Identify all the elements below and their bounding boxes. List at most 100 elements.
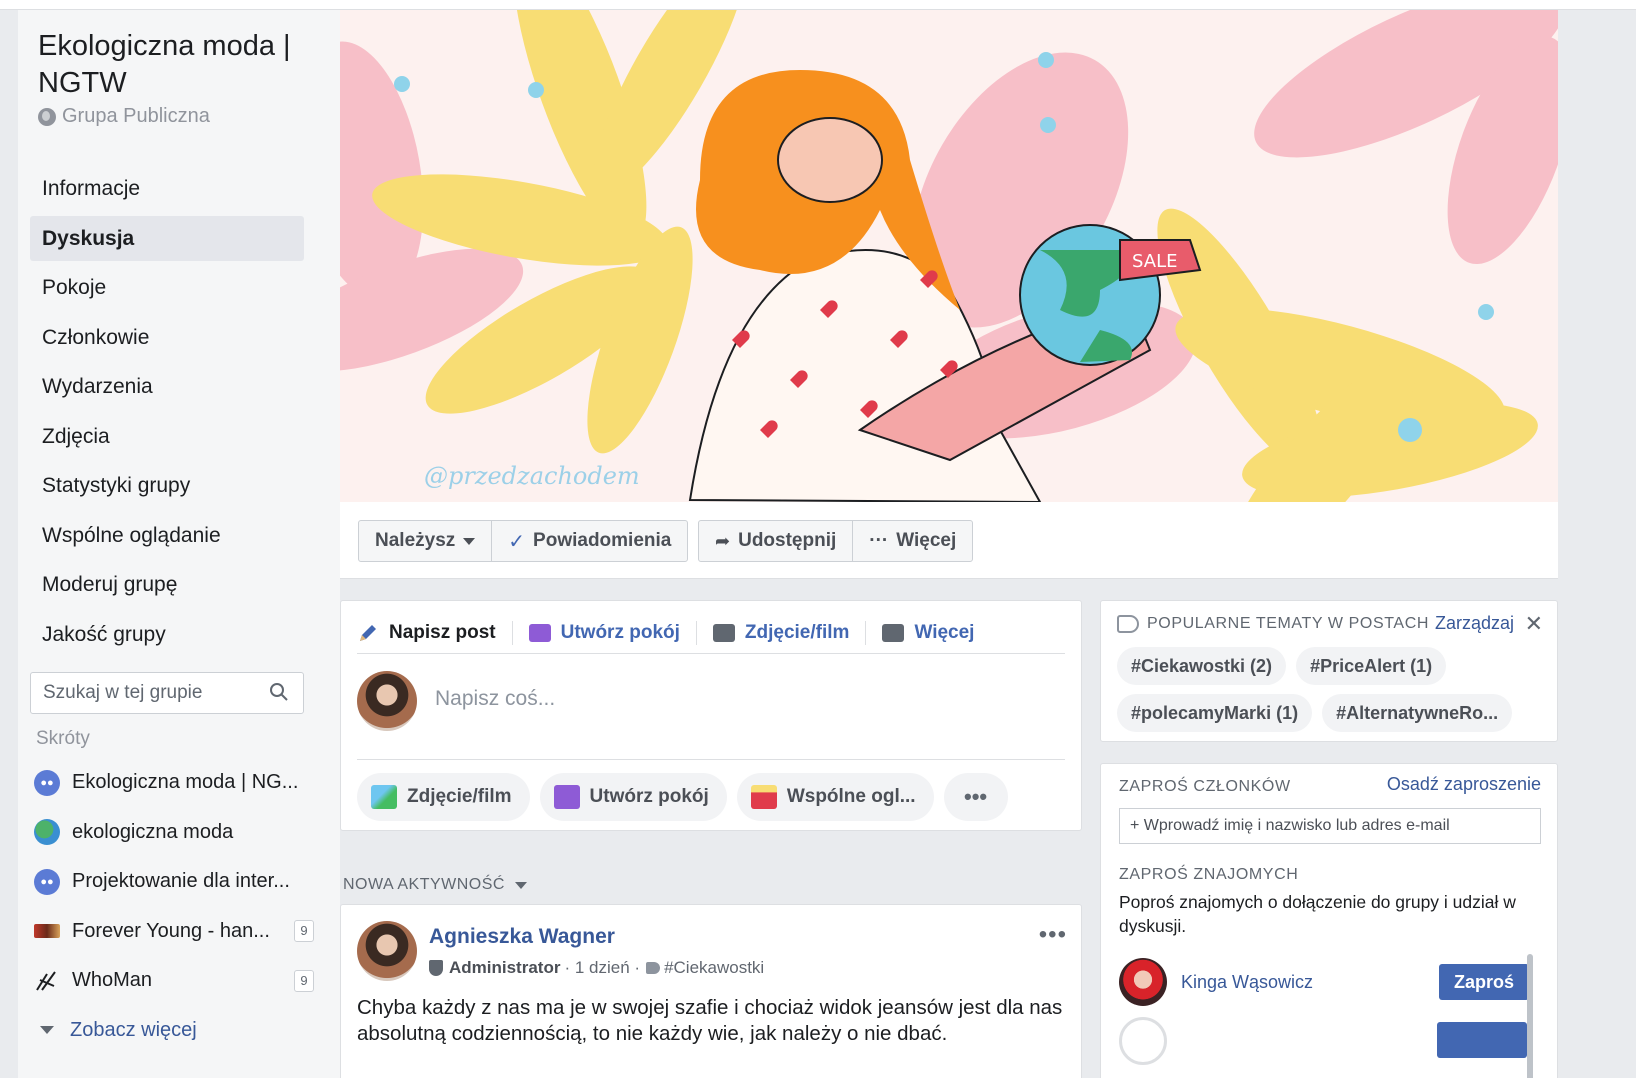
post-meta: Administrator · 1 dzień · #Ciekawostki — [429, 958, 764, 978]
composer-tabs: Napisz post Utwórz pokój Zdjęcie/film Wi… — [357, 611, 990, 655]
chevron-down-icon — [40, 1026, 54, 1035]
shortcut-item[interactable]: ●● Ekologiczna moda | NG... — [34, 758, 314, 808]
notifications-label: Powiadomienia — [533, 530, 672, 551]
more-dots-icon: ··· — [869, 530, 889, 551]
shortcuts-heading: Skróty — [36, 728, 90, 749]
shortcuts-list: ●● Ekologiczna moda | NG... ekologiczna … — [34, 758, 314, 1055]
topic-chip[interactable]: #polecamyMarki (1) — [1117, 694, 1313, 732]
create-room-label: Utwórz pokój — [589, 786, 709, 807]
shortcut-item[interactable]: Forever Young - han... 9 — [34, 907, 314, 957]
topics-header: POPULARNE TEMATY W POSTACH — [1117, 615, 1429, 633]
composer-input[interactable]: Napisz coś... — [435, 687, 555, 711]
create-room-button[interactable]: Utwórz pokój — [539, 773, 727, 821]
invite-friend-button[interactable] — [1437, 1022, 1527, 1058]
more-options-button[interactable]: ••• — [943, 773, 1008, 821]
user-avatar[interactable] — [357, 671, 417, 731]
embed-invite-link[interactable]: Osadź zaproszenie — [1387, 774, 1541, 795]
share-arrow-icon: ➦ — [715, 530, 731, 551]
nav-item-zdjecia[interactable]: Zdjęcia — [30, 414, 304, 459]
tab-write-post-label: Napisz post — [389, 622, 496, 643]
joined-label: Należysz — [375, 530, 456, 551]
divider — [357, 759, 1065, 760]
shortcut-item[interactable]: ekologiczna moda — [34, 808, 314, 858]
divider — [357, 653, 1065, 654]
popcorn-icon — [750, 785, 777, 809]
nav-item-wspolne-ogladanie[interactable]: Wspólne oglądanie — [30, 513, 304, 558]
globe-icon — [38, 107, 56, 126]
nav-item-pokoje[interactable]: Pokoje — [30, 265, 304, 310]
post-menu-button[interactable]: ••• — [1039, 921, 1067, 949]
see-more-label: Zobacz więcej — [70, 1018, 197, 1041]
shortcut-item[interactable]: ●● Projektowanie dla inter... — [34, 857, 314, 907]
feed-heading: NOWA AKTYWNOŚĆ — [343, 876, 505, 893]
topic-chip[interactable]: #Ciekawostki (2) — [1117, 647, 1287, 685]
topics-heading: POPULARNE TEMATY W POSTACH — [1147, 615, 1430, 632]
topic-chip[interactable]: #AlternatywneRo... — [1322, 694, 1513, 732]
friend-avatar[interactable] — [1119, 1017, 1167, 1065]
group-action-bar: Należysz ✓ Powiadomienia ➦ Udostępnij ··… — [340, 502, 1558, 579]
shortcut-item[interactable]: WhoMan 9 — [34, 956, 314, 1006]
invite-members-card: ZAPROŚ CZŁONKÓW Osadź zaproszenie + Wpro… — [1100, 763, 1558, 1078]
shortcut-label: ekologiczna moda — [72, 820, 234, 843]
search-icon[interactable] — [269, 682, 289, 702]
whoman-logo-icon — [36, 971, 56, 991]
admin-shield-icon — [429, 960, 443, 976]
nav-item-dyskusja[interactable]: Dyskusja — [30, 215, 304, 261]
checkmark-icon: ✓ — [508, 530, 526, 553]
post-time[interactable]: · 1 dzień · — [564, 958, 640, 978]
post-text: Chyba każdy z nas ma je w swojej szafie … — [357, 996, 1063, 1045]
tab-write-post[interactable]: Napisz post — [357, 621, 513, 645]
joined-button[interactable]: Należysz — [359, 521, 493, 561]
nav-item-statystyki[interactable]: Statystyki grupy — [30, 463, 304, 508]
post-author[interactable]: Agnieszka Wagner — [429, 925, 615, 949]
caret-down-icon — [463, 537, 476, 545]
invite-friends-heading: ZAPROŚ ZNAJOMYCH — [1119, 866, 1299, 883]
post-topic[interactable]: #Ciekawostki — [664, 958, 764, 978]
composer-actions: Zdjęcie/film Utwórz pokój Wspólne ogl...… — [357, 773, 1008, 821]
invite-friend-button[interactable]: Zaproś — [1439, 964, 1529, 1000]
tab-create-room[interactable]: Utwórz pokój — [513, 621, 697, 645]
invite-input[interactable]: + Wprowadź imię i nazwisko lub adres e-m… — [1119, 808, 1541, 844]
author-avatar[interactable] — [357, 921, 417, 981]
friend-name[interactable]: Kinga Wąsowicz — [1181, 972, 1439, 993]
nav-item-moderuj[interactable]: Moderuj grupę — [30, 562, 304, 607]
cover-photo[interactable]: SALE @przedzachodem — [340, 10, 1558, 502]
nav-item-czlonkowie[interactable]: Członkowie — [30, 315, 304, 360]
group-title[interactable]: Ekologiczna moda | NGTW — [38, 28, 318, 102]
tag-icon — [646, 962, 661, 974]
tab-more-label: Więcej — [914, 622, 975, 643]
photo-video-button[interactable]: Zdjęcie/film — [357, 773, 530, 821]
author-role: Administrator — [449, 958, 561, 977]
nav-item-informacje[interactable]: Informacje — [30, 166, 304, 211]
post-composer: Napisz post Utwórz pokój Zdjęcie/film Wi… — [340, 600, 1082, 831]
feed-sort-dropdown[interactable]: NOWA AKTYWNOŚĆ — [343, 876, 527, 894]
group-search-input[interactable]: Szukaj w tej grupie — [30, 672, 304, 714]
watch-party-label: Wspólne ogl... — [786, 786, 916, 807]
watch-party-button[interactable]: Wspólne ogl... — [736, 773, 934, 821]
photo-video-label: Zdjęcie/film — [407, 786, 512, 807]
share-button[interactable]: ➦ Udostępnij — [699, 521, 854, 561]
close-icon[interactable]: ✕ — [1525, 611, 1543, 637]
video-room-icon — [553, 785, 580, 809]
nav-item-wydarzenia[interactable]: Wydarzenia — [30, 364, 304, 409]
notifications-button[interactable]: ✓ Powiadomienia — [492, 521, 687, 561]
tab-photo-video[interactable]: Zdjęcie/film — [697, 621, 867, 645]
share-label: Udostępnij — [738, 530, 837, 551]
manage-topics-link[interactable]: Zarządzaj — [1435, 613, 1514, 634]
browser-top-edge — [0, 0, 1636, 10]
more-button[interactable]: ··· Więcej — [853, 521, 972, 561]
notification-badge: 9 — [294, 920, 314, 943]
cover-sale-tag: SALE — [1132, 251, 1177, 272]
see-more-link[interactable]: Zobacz więcej — [34, 1006, 314, 1056]
tab-create-room-label: Utwórz pokój — [560, 622, 680, 643]
tab-more[interactable]: Więcej — [866, 621, 990, 645]
shortcut-label: Ekologiczna moda | NG... — [72, 771, 299, 794]
scrollbar[interactable] — [1527, 954, 1533, 1078]
cover-illustration: SALE — [340, 10, 1558, 502]
nav-item-jakosc[interactable]: Jakość grupy — [30, 612, 304, 657]
page-thumbnail-icon — [34, 924, 60, 939]
group-icon: ●● — [34, 868, 60, 895]
friend-avatar[interactable] — [1119, 958, 1167, 1006]
topic-chip[interactable]: #PriceAlert (1) — [1296, 647, 1447, 685]
invite-friends-text: Poproś znajomych o dołączenie do grupy i… — [1119, 892, 1516, 936]
